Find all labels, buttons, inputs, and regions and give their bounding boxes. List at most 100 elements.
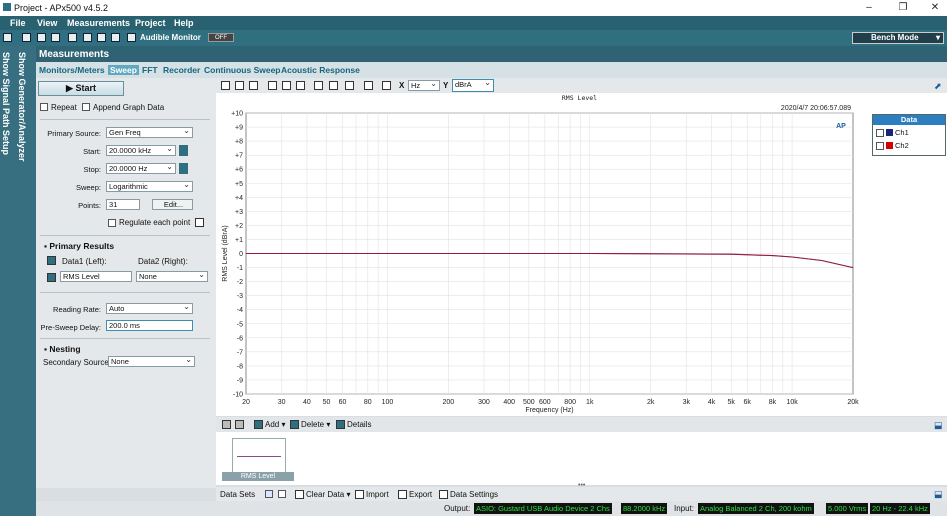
tab-recorder[interactable]: Recorder (163, 65, 200, 75)
repeat-checkbox[interactable] (40, 103, 48, 111)
import-icon[interactable] (355, 490, 364, 499)
tab-fft[interactable]: FFT (142, 65, 158, 75)
settings-icon[interactable] (51, 33, 60, 42)
copy-icon[interactable] (249, 81, 258, 90)
edit-points-button[interactable]: Edit... (152, 199, 193, 210)
gear-icon[interactable] (382, 81, 391, 90)
status-bar: Output: ASIO: Gustard USB Audio Device 2… (36, 501, 947, 516)
regulate-checkbox[interactable] (108, 219, 116, 227)
save-icon[interactable] (37, 33, 46, 42)
stop-frequency-value: 20.0000 Hz (109, 164, 148, 173)
delete-icon[interactable] (290, 420, 299, 429)
x-tick-label: 20 (242, 399, 250, 406)
zoom-icon[interactable] (268, 81, 277, 90)
nesting-title: ▪ Nesting (44, 344, 81, 354)
restore-button[interactable]: ❐ (896, 2, 910, 14)
export-button[interactable]: Export (409, 490, 432, 499)
clear-data-button[interactable]: Clear Data ▾ (306, 490, 351, 499)
grid-icon[interactable] (83, 33, 92, 42)
collapse-icon[interactable]: ⬓ (934, 420, 943, 431)
sweep-type-dropdown[interactable]: Logarithmic (106, 180, 193, 192)
y-tick-label: -5 (237, 321, 243, 328)
export-icon[interactable] (398, 490, 407, 499)
ch2-checkbox[interactable] (876, 142, 884, 150)
start-field-label: Start: (83, 147, 101, 156)
open-folder-icon[interactable] (22, 33, 31, 42)
y-unit-dropdown[interactable]: dBrA (452, 78, 494, 92)
first-icon[interactable] (222, 420, 231, 429)
regulate-settings-icon[interactable] (195, 218, 204, 227)
cursor-icon[interactable] (314, 81, 323, 90)
expand-icon[interactable]: ⬈ (934, 81, 942, 92)
stop-stepper-icon[interactable] (179, 163, 188, 174)
details-icon[interactable] (336, 420, 345, 429)
speaker-icon[interactable] (127, 33, 136, 42)
table-icon[interactable] (235, 81, 244, 90)
menu-view[interactable]: View (37, 18, 57, 28)
y-tick-label: -2 (237, 279, 243, 286)
check-icon[interactable] (111, 33, 120, 42)
limits-icon[interactable] (364, 81, 373, 90)
y-tick-label: -9 (237, 377, 243, 384)
data-set-checkbox-checked[interactable] (265, 490, 273, 498)
start-stepper-icon[interactable] (179, 145, 188, 156)
details-label[interactable]: Details (347, 420, 371, 429)
stop-frequency-field[interactable]: 20.0000 Hz (106, 162, 176, 174)
show-signal-path-setup-button[interactable]: Show Signal Path Setup (1, 52, 11, 155)
show-generator-analyzer-button[interactable]: Show Generator/Analyzer (17, 52, 27, 162)
menu-file[interactable]: File (10, 18, 26, 28)
divider (40, 292, 210, 293)
points-field[interactable]: 31 (106, 199, 140, 210)
graph-options-icon[interactable] (345, 81, 354, 90)
data1-field[interactable]: RMS Level (60, 271, 132, 282)
close-button[interactable]: ✕ (928, 2, 942, 14)
add-icon[interactable] (254, 420, 263, 429)
reading-rate-dropdown[interactable]: Auto (106, 302, 193, 314)
new-file-icon[interactable] (3, 33, 12, 42)
audible-monitor-toggle[interactable]: OFF (208, 33, 234, 42)
bench-mode-dropdown[interactable]: Bench Mode ▾ (852, 32, 944, 44)
menu-help[interactable]: Help (174, 18, 194, 28)
data-set-checkbox[interactable] (278, 490, 286, 498)
tab-continuous-sweep[interactable]: Continuous Sweep (204, 65, 281, 75)
add-result-icon[interactable] (47, 256, 56, 265)
pre-sweep-delay-field[interactable]: 200.0 ms (106, 320, 193, 331)
rms-level-thumbnail[interactable] (232, 438, 286, 474)
tab-monitors-meters[interactable]: Monitors/Meters (39, 65, 105, 75)
clock-icon[interactable] (97, 33, 106, 42)
ch1-checkbox[interactable] (876, 129, 884, 137)
add-label[interactable]: Add ▾ (265, 420, 285, 429)
x-tick-label: 400 (503, 399, 515, 406)
collapse-icon[interactable]: ⬓ (934, 489, 943, 500)
secondary-source-dropdown[interactable]: None (108, 355, 195, 367)
x-tick-label: 200 (442, 399, 454, 406)
menu-bar: File View Measurements Project Help (0, 16, 947, 30)
graph-settings-icon[interactable] (221, 81, 230, 90)
data-settings-button[interactable]: Data Settings (450, 490, 498, 499)
start-button[interactable]: ▶ Start (38, 81, 124, 96)
remove-result-icon[interactable] (47, 273, 56, 282)
clear-data-icon[interactable] (295, 490, 304, 499)
last-icon[interactable] (235, 420, 244, 429)
tab-acoustic-response[interactable]: Acoustic Response (281, 65, 360, 75)
y-tick-label: +4 (235, 195, 243, 202)
delete-label[interactable]: Delete ▾ (301, 420, 330, 429)
menu-project[interactable]: Project (135, 18, 166, 28)
start-frequency-field[interactable]: 20.0000 kHz (106, 144, 176, 156)
x-tick-label: 300 (478, 399, 490, 406)
primary-source-dropdown[interactable]: Gen Freq (106, 126, 193, 138)
tab-sweep[interactable]: Sweep (108, 65, 139, 75)
grid-view-icon[interactable] (329, 81, 338, 90)
menu-measurements[interactable]: Measurements (67, 18, 130, 28)
minimize-button[interactable]: – (862, 2, 876, 14)
append-graph-data-checkbox[interactable] (82, 103, 90, 111)
zoom-fit-icon[interactable] (282, 81, 291, 90)
zoom-all-icon[interactable] (296, 81, 305, 90)
gear-icon[interactable] (439, 490, 448, 499)
import-button[interactable]: Import (366, 490, 389, 499)
report-icon[interactable] (68, 33, 77, 42)
y-tick-label: -4 (237, 307, 243, 314)
x-unit-dropdown[interactable]: Hz (408, 79, 440, 91)
output-label: Output: (444, 504, 471, 513)
data2-dropdown[interactable]: None (136, 270, 208, 282)
